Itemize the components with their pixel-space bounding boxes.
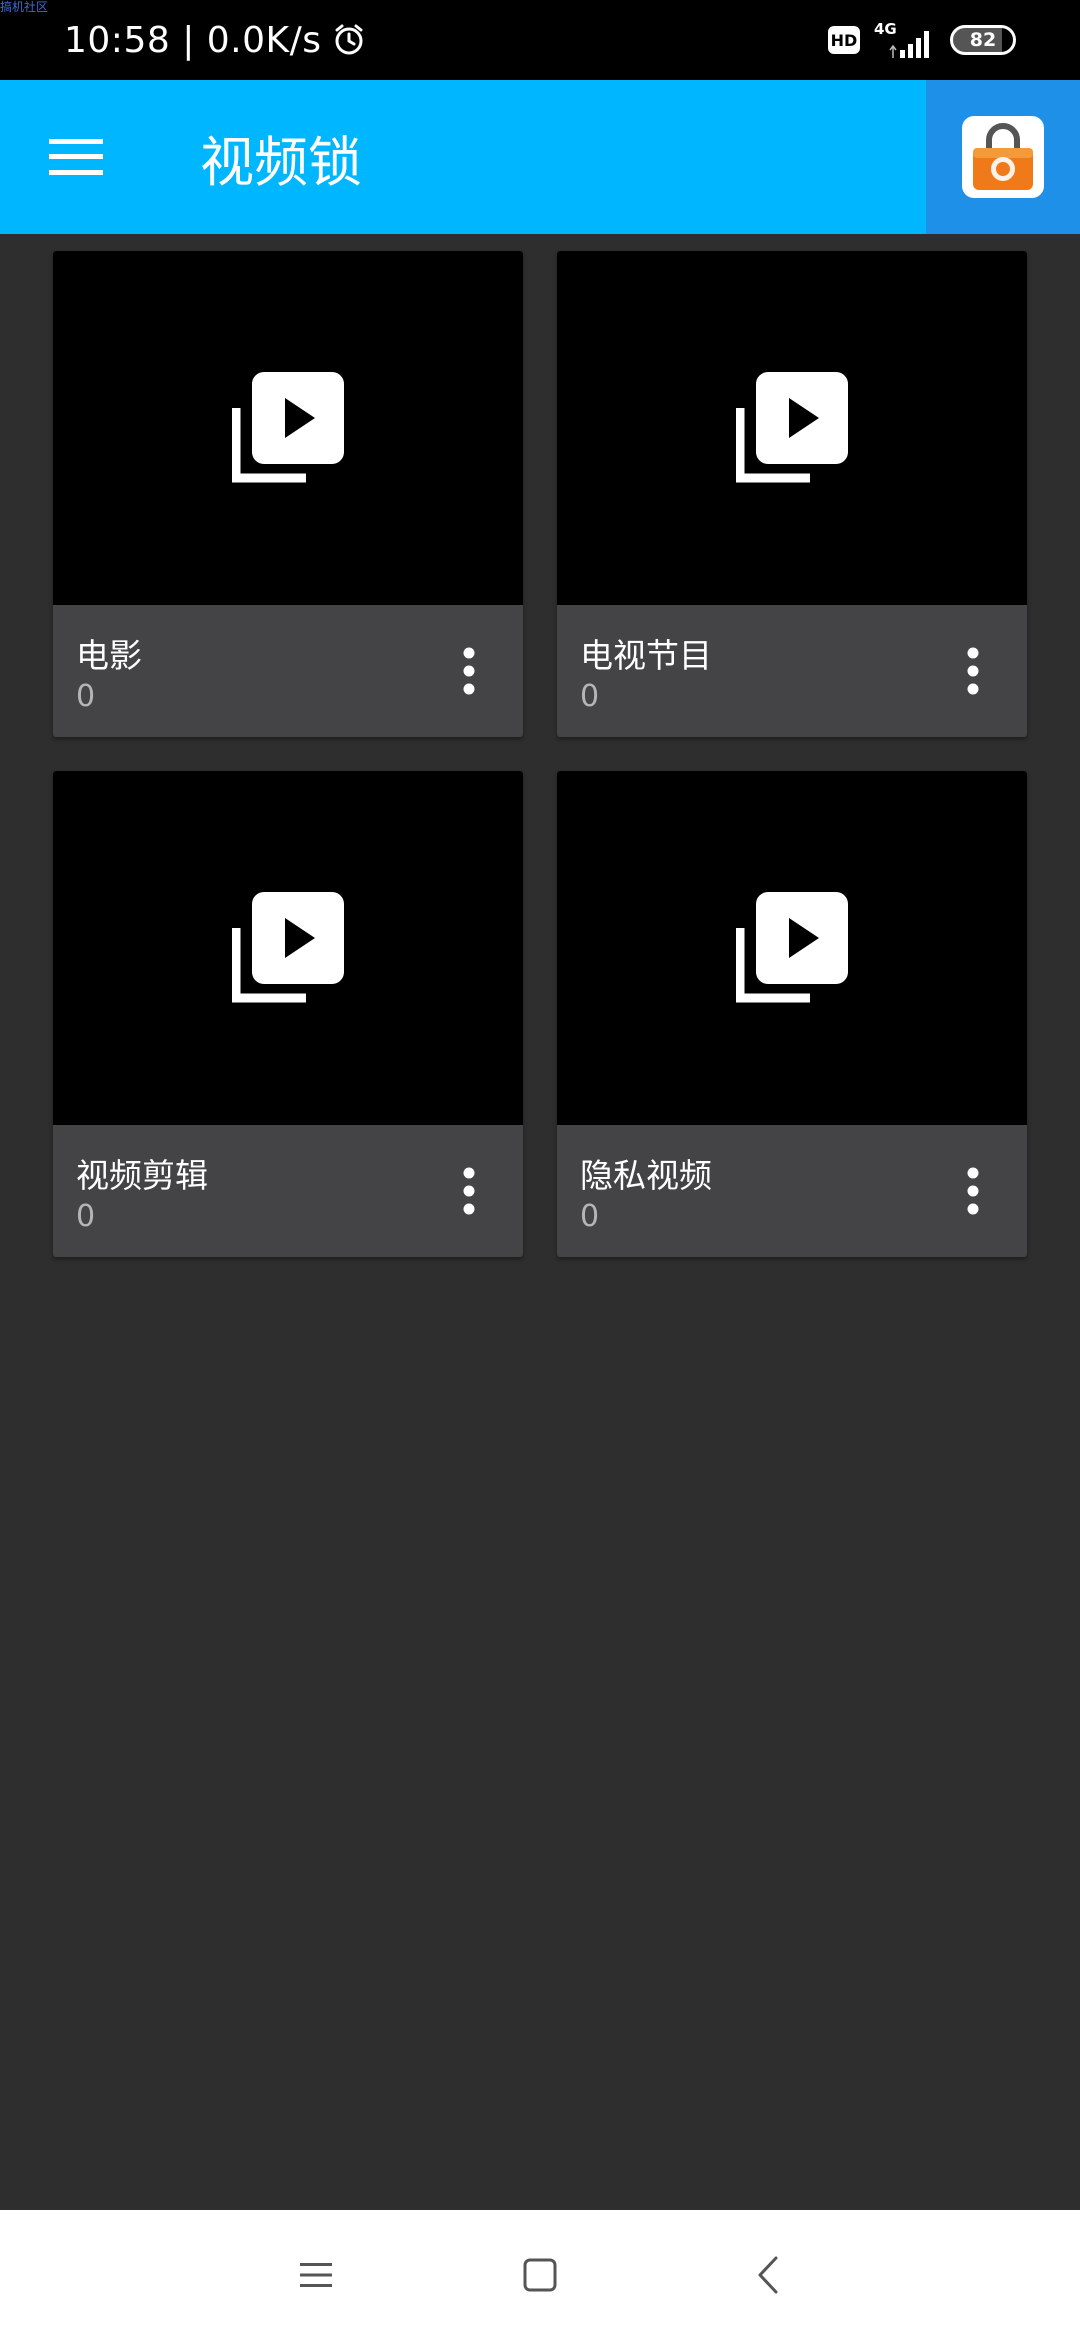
more-vertical-icon	[967, 647, 979, 695]
album-info: 隐私视频 0	[557, 1125, 1027, 1257]
more-vertical-icon	[463, 1167, 475, 1215]
album-count: 0	[580, 679, 600, 714]
video-library-icon	[232, 892, 344, 1003]
watermark: 搞机社区	[0, 0, 49, 14]
album-grid: 电影 0 电视节目 0 视频剪辑 0 隐私视频 0	[53, 251, 1027, 1257]
app-bar: 视频锁	[0, 80, 1080, 234]
more-options-button[interactable]	[439, 641, 499, 701]
status-right: HD 4G 82	[828, 0, 1016, 80]
more-vertical-icon	[967, 1167, 979, 1215]
album-name: 电影	[76, 636, 142, 675]
status-left: 10:58 | 0.0K/s	[64, 0, 366, 80]
status-time-speed: 10:58 | 0.0K/s	[64, 19, 322, 61]
album-name: 视频剪辑	[76, 1156, 208, 1195]
system-nav-bar	[0, 2210, 1080, 2340]
more-options-button[interactable]	[943, 1161, 1003, 1221]
album-count: 0	[580, 1199, 600, 1234]
video-library-icon	[736, 892, 848, 1003]
network-indicator: 4G	[874, 20, 936, 60]
hd-badge: HD	[828, 26, 860, 54]
battery-indicator: 82	[950, 25, 1016, 55]
album-thumbnail	[557, 771, 1027, 1125]
album-name: 隐私视频	[580, 1156, 712, 1195]
more-options-button[interactable]	[439, 1161, 499, 1221]
app-lock-button[interactable]	[926, 80, 1080, 234]
video-library-icon	[736, 372, 848, 483]
album-count: 0	[76, 679, 96, 714]
album-thumbnail	[53, 251, 523, 605]
more-vertical-icon	[463, 647, 475, 695]
alarm-icon	[335, 24, 363, 55]
recents-button[interactable]	[283, 2242, 349, 2308]
album-card-movies[interactable]: 电影 0	[53, 251, 523, 737]
back-icon	[758, 2256, 778, 2294]
video-library-icon	[232, 372, 344, 483]
album-thumbnail	[53, 771, 523, 1125]
status-bar: 10:58 | 0.0K/s HD 4G 82	[0, 0, 1080, 80]
album-info: 视频剪辑 0	[53, 1125, 523, 1257]
album-count: 0	[76, 1199, 96, 1234]
album-card-tv-shows[interactable]: 电视节目 0	[557, 251, 1027, 737]
home-icon	[523, 2258, 557, 2292]
hamburger-menu-icon	[49, 139, 103, 175]
album-name: 电视节目	[580, 636, 712, 675]
album-card-private-videos[interactable]: 隐私视频 0	[557, 771, 1027, 1257]
app-screen: 10:58 | 0.0K/s HD 4G 82 搞机社区 视频锁 电影 0 电视…	[0, 0, 1080, 2340]
signal-icon	[889, 31, 929, 58]
back-button[interactable]	[735, 2242, 801, 2308]
album-info: 电影 0	[53, 605, 523, 737]
camera-lock-icon	[962, 116, 1044, 198]
more-options-button[interactable]	[943, 641, 1003, 701]
recents-icon	[300, 2263, 332, 2287]
home-button[interactable]	[507, 2242, 573, 2308]
album-card-video-clips[interactable]: 视频剪辑 0	[53, 771, 523, 1257]
page-title: 视频锁	[200, 130, 362, 194]
album-info: 电视节目 0	[557, 605, 1027, 737]
album-thumbnail	[557, 251, 1027, 605]
menu-button[interactable]	[26, 113, 126, 201]
